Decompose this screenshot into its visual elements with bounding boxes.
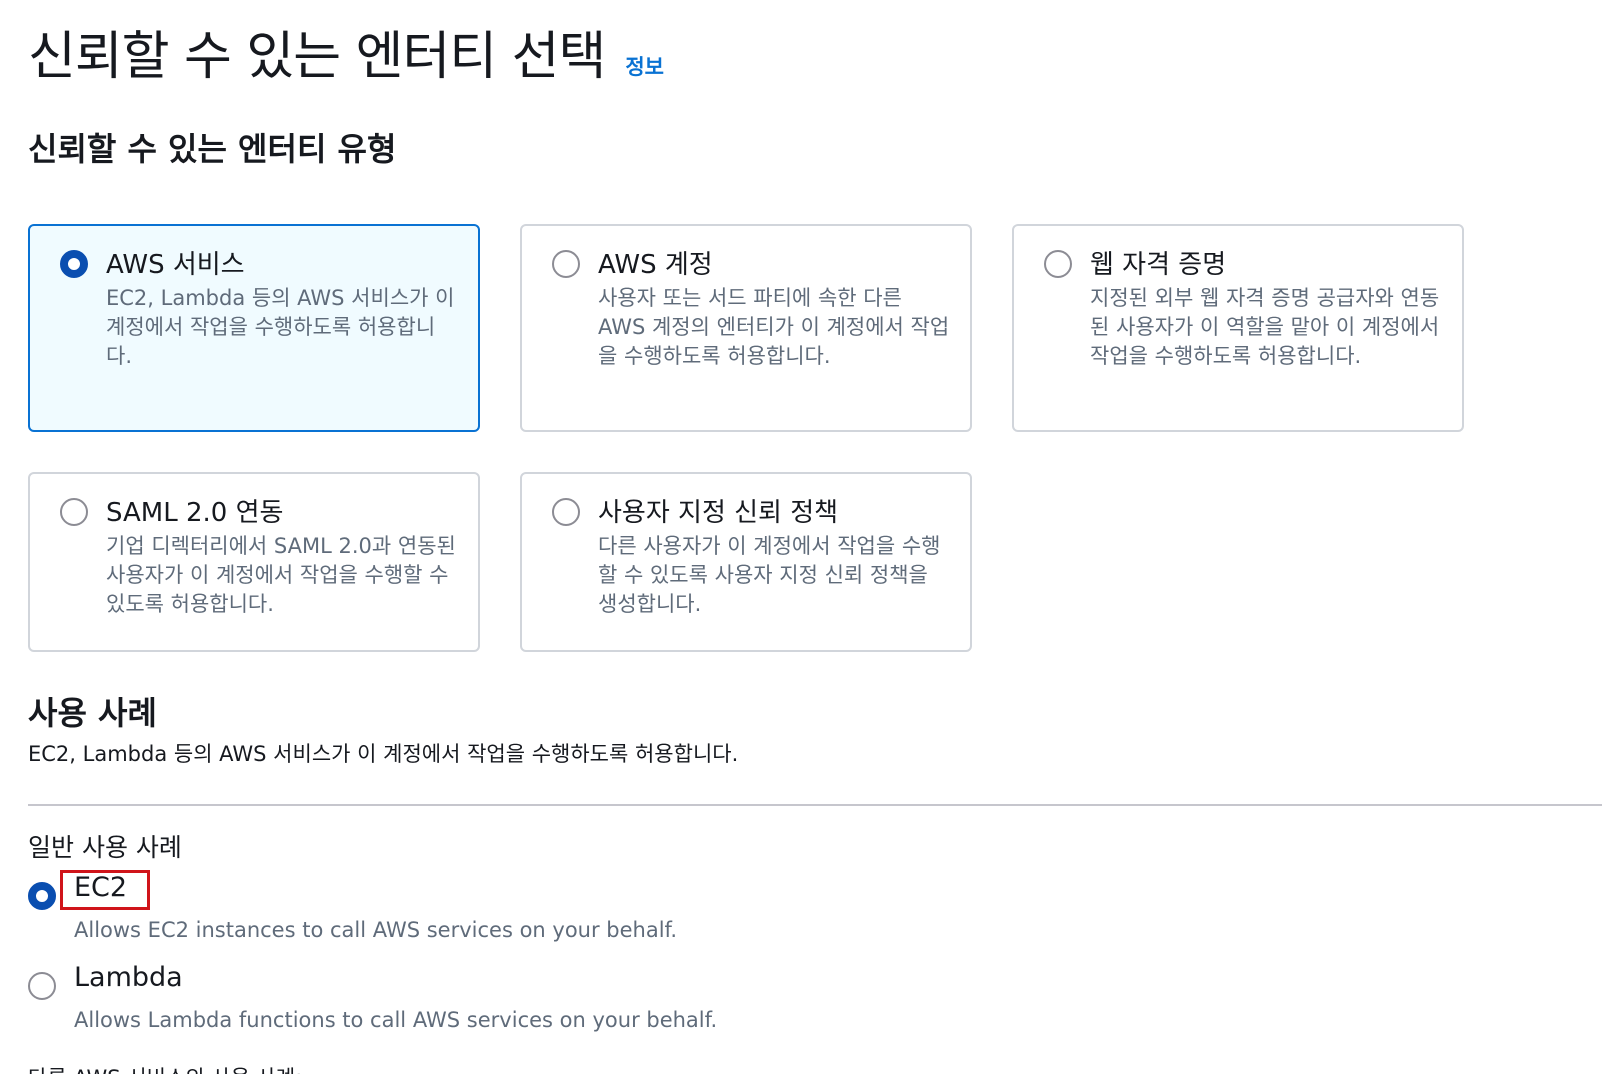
radio-lambda[interactable] [28,972,56,1000]
tile-web-identity[interactable]: 웹 자격 증명 지정된 외부 웹 자격 증명 공급자와 연동된 사용자가 이 역… [1012,224,1464,432]
tile-label: SAML 2.0 연동 [106,498,284,528]
page: 신뢰할 수 있는 엔터티 선택 정보 신뢰할 수 있는 엔터티 유형 AWS 서… [0,0,1602,1092]
option-description: Allows EC2 instances to call AWS service… [74,918,678,942]
radio-ec2[interactable] [28,882,56,910]
divider [28,804,1602,806]
tile-description: 지정된 외부 웹 자격 증명 공급자와 연동된 사용자가 이 역할을 맡아 이 … [1090,286,1440,368]
tile-description: 다른 사용자가 이 계정에서 작업을 수행할 수 있도록 사용자 지정 신뢰 정… [598,534,941,616]
entity-type-heading: 신뢰할 수 있는 엔터티 유형 [28,130,397,168]
page-header: 신뢰할 수 있는 엔터티 선택 정보 [28,14,664,89]
tile-label: AWS 계정 [598,250,713,280]
tile-label: 사용자 지정 신뢰 정책 [598,498,839,528]
tile-label: 웹 자격 증명 [1090,250,1227,280]
info-link[interactable]: 정보 [625,51,664,81]
radio-saml-federation[interactable] [60,498,88,526]
use-case-description: EC2, Lambda 등의 AWS 서비스가 이 계정에서 작업을 수행하도록… [28,742,739,766]
other-use-cases-label: 다른 AWS 서비스의 사용 사례: [28,1066,303,1090]
tile-aws-account[interactable]: AWS 계정 사용자 또는 서드 파티에 속한 다른 AWS 계정의 엔터티가 … [520,224,972,432]
tile-description: 사용자 또는 서드 파티에 속한 다른 AWS 계정의 엔터티가 이 계정에서 … [598,286,950,368]
use-case-heading: 사용 사례 [28,694,157,732]
common-use-cases-label: 일반 사용 사례 [28,833,182,862]
radio-custom-trust-policy[interactable] [552,498,580,526]
tile-description: 기업 디렉터리에서 SAML 2.0과 연동된 사용자가 이 계정에서 작업을 … [106,534,456,616]
highlight-box [60,870,150,910]
tile-label: AWS 서비스 [106,250,245,280]
tile-aws-service[interactable]: AWS 서비스 EC2, Lambda 등의 AWS 서비스가 이 계정에서 작… [28,224,480,432]
option-label: Lambda [74,962,183,993]
tile-saml-federation[interactable]: SAML 2.0 연동 기업 디렉터리에서 SAML 2.0과 연동된 사용자가… [28,472,480,652]
page-title: 신뢰할 수 있는 엔터티 선택 [28,27,606,87]
radio-aws-account[interactable] [552,250,580,278]
tile-description: EC2, Lambda 등의 AWS 서비스가 이 계정에서 작업을 수행하도록… [106,286,455,368]
radio-aws-service[interactable] [60,250,88,278]
tile-custom-trust-policy[interactable]: 사용자 지정 신뢰 정책 다른 사용자가 이 계정에서 작업을 수행할 수 있도… [520,472,972,652]
option-description: Allows Lambda functions to call AWS serv… [74,1008,718,1032]
radio-web-identity[interactable] [1044,250,1072,278]
